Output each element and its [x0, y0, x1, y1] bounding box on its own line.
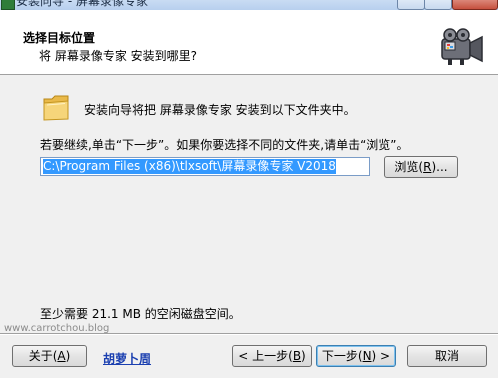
back-label: < 上一步( [238, 349, 293, 363]
about-hotkey: A [57, 349, 66, 363]
install-path-value: C:\Program Files (x86)\tlxsoft\屏幕录像专家 V2… [43, 159, 336, 174]
instruction-text: 若要继续,单击“下一步”。如果你要选择不同的文件夹,请单击“浏览”。 [40, 138, 409, 152]
maximize-button[interactable] [424, 0, 452, 10]
page-title: 选择目标位置 [23, 31, 96, 45]
window-title: 安装向导 - 屏幕录像专家 [16, 0, 148, 8]
next-hotkey: N [362, 349, 372, 363]
folder-icon [43, 95, 69, 121]
browse-button[interactable]: 浏览(R)... [384, 156, 458, 178]
browse-suffix: )... [431, 160, 448, 174]
about-suffix: ) [65, 349, 71, 363]
author-link[interactable]: 胡萝卜周 [103, 350, 151, 367]
footer-divider-highlight [0, 334, 498, 335]
back-hotkey: B [292, 349, 302, 363]
title-bar: 安装向导 - 屏幕录像专家 [0, 0, 498, 10]
page-subtitle: 将 屏幕录像专家 安装到哪里? [39, 49, 197, 63]
back-suffix: ) [301, 349, 306, 363]
cancel-button[interactable]: 取消 [407, 345, 487, 367]
wizard-header: 选择目标位置 将 屏幕录像专家 安装到哪里? [0, 10, 498, 75]
minimize-button[interactable] [397, 0, 425, 10]
about-button[interactable]: 关于(A) [12, 345, 87, 367]
disk-space-required: 至少需要 21.1 MB 的空闲磁盘空间。 [40, 307, 241, 321]
install-path-input[interactable]: C:\Program Files (x86)\tlxsoft\屏幕录像专家 V2… [40, 157, 370, 176]
installer-icon [1, 0, 15, 10]
next-button[interactable]: 下一步(N) > [316, 345, 396, 367]
about-label: 关于( [28, 349, 58, 363]
folder-description: 安装向导将把 屏幕录像专家 安装到以下文件夹中。 [84, 103, 356, 117]
next-suffix: ) > [371, 349, 391, 363]
browse-label: 浏览( [394, 160, 424, 174]
back-button[interactable]: < 上一步(B) [232, 345, 312, 367]
close-button[interactable] [452, 0, 498, 10]
next-label: 下一步( [321, 349, 363, 363]
camera-icon [441, 28, 483, 65]
